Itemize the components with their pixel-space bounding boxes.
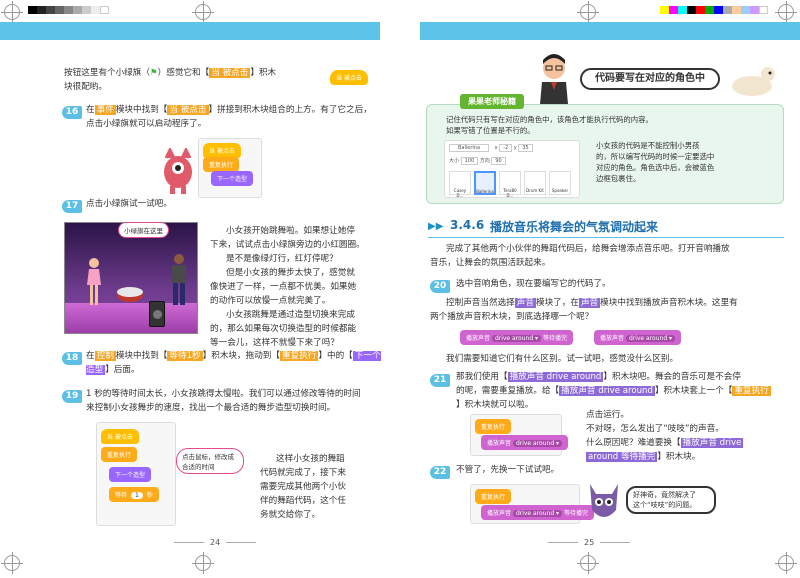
- header-stripe: [420, 22, 800, 40]
- registration-mark-icon: [775, 1, 797, 23]
- intro-paragraph: 按钮这里有个小绿旗（⚑）感觉它和【当 被点击 】积木 块很配哟。: [64, 68, 277, 92]
- registration-mark-icon: [1, 552, 23, 574]
- step-19-text: 1 秒的等待时间太长，小女孩跳得太慢啦。我们可以通过修改等待的时间 来控制小女孩…: [86, 389, 361, 413]
- sprite-thumb[interactable]: Drum Kit: [524, 171, 546, 195]
- registration-mark-icon: [775, 552, 797, 574]
- step-19-paragraph: 这样小女孩的舞蹈 代码就完成了，接下来 需要完成其他两个小伙 伴的舞蹈代码，这个…: [260, 454, 346, 520]
- step-16-code-panel: 当 被点击 重复执行 下一个造型: [198, 138, 262, 198]
- sprite-list: Casey D... Ballerina Tera80 D... Drum Ki…: [449, 171, 571, 198]
- play-sound-until-done-block: 播放声音 drive around ▾ 等待播完: [481, 505, 594, 520]
- teacher-avatar-icon: [540, 54, 568, 104]
- forever-block: 重复执行: [475, 489, 512, 504]
- step-19-badge: 19: [62, 390, 82, 403]
- step-16-badge: 16: [62, 106, 82, 119]
- teacher-speech-bubble: 代码要写在对应的角色中: [580, 68, 720, 90]
- page-number-rule: [548, 542, 578, 543]
- step-21-paragraph: 点击运行。 不对呀，怎么发出了“吱吱”的声音。 什么原因呢？难道要换【 播放声音 …: [586, 410, 744, 462]
- step-21-text: 那我们使用【 播放声音 drive around 】积木块吧。舞会的音乐可是不会停 …: [456, 372, 771, 410]
- step-16-text: 在事件 模块中找到【当 被点击 】拼接到积木块组合的上方。有了它之后， 点击小绿旗就…: [86, 105, 372, 129]
- step-22-badge: 22: [430, 466, 450, 479]
- print-color-bar: [28, 6, 109, 14]
- sprite-info-row: Ballerina x -2 y 35: [449, 144, 533, 152]
- print-color-bar: [660, 6, 768, 14]
- step-17-paragraph: 小女孩开始跳舞啦。如果想让她停 下来，试试点击小绿旗旁边的小红圆圈。 是不是像绿…: [210, 226, 365, 348]
- when-flag-clicked-block: 当 被点击: [203, 143, 241, 158]
- step-19-code-panel: 当 被点击 重复执行 下一个造型 等待 1 秒: [96, 422, 176, 526]
- teacher-side-text: 小女孩的代码是不能控制小男孩 的，所以编写代码的时候一定要选中 对应的角色。角色…: [596, 141, 715, 183]
- start-sound-block: 播放声音 drive around ▾: [594, 330, 682, 345]
- monster-speech-bubble: 好神奇，竟然解决了 这个“吱吱”的问题。: [626, 486, 716, 514]
- dancer-boy-icon: [172, 254, 186, 305]
- sprite-size-row: 大小 100 方向 90: [449, 157, 506, 165]
- sprite-thumb[interactable]: Speaker: [549, 171, 571, 195]
- forever-block: 重复执行: [203, 157, 240, 172]
- purple-monster-icon: [590, 484, 618, 517]
- section-intro: 完成了其他两个小伙伴的舞蹈代码后，给舞会增添点音乐吧。打开音响播放 音乐，让舞会…: [430, 244, 730, 268]
- play-sound-until-done-block: 播放声音 drive around ▾ 等待播完: [460, 330, 573, 345]
- dance-stage-screenshot: [64, 222, 198, 334]
- page-number-rule: [600, 542, 630, 543]
- registration-mark-icon: [577, 1, 599, 23]
- wait-seconds-input[interactable]: 1: [130, 492, 143, 499]
- step-22-text: 不管了，先换一下试试吧。: [456, 465, 560, 475]
- registration-mark-icon: [192, 552, 214, 574]
- stage-floor: [65, 303, 197, 333]
- header-stripe: [0, 22, 380, 40]
- llama-icon: [732, 67, 775, 96]
- section-number: 3.4.6: [450, 218, 485, 232]
- page-number: 24: [210, 538, 221, 547]
- registration-mark-icon: [1, 1, 23, 23]
- step-21-code-panel: 重复执行 播放声音 drive around ▾: [470, 414, 569, 456]
- sprite-thumb[interactable]: Tera80 D...: [499, 171, 521, 198]
- registration-mark-icon: [192, 1, 214, 23]
- step-20-badge: 20: [430, 280, 450, 293]
- step-20-text: 选中音响角色，现在要编写它的代码了。: [456, 279, 611, 289]
- forever-block: 重复执行: [475, 419, 512, 434]
- teacher-tips-tag: 果果老师秘籍: [460, 94, 524, 109]
- left-page: 按钮这里有个小绿旗（⚑）感觉它和【当 被点击 】积木 块很配哟。 当 被点击 16…: [0, 0, 400, 578]
- start-sound-block: 播放声音 drive around ▾: [481, 435, 569, 450]
- step-22-code-panel: 重复执行 播放声音 drive around ▾ 等待播完: [470, 484, 594, 524]
- step-21-badge: 21: [430, 374, 450, 387]
- step-18-badge: 18: [62, 352, 82, 365]
- wait-block: 等待 1 秒: [109, 487, 159, 502]
- when-flag-clicked-block: 当 被点击: [330, 70, 368, 85]
- when-flag-clicked-block: 当 被点击: [101, 429, 139, 444]
- next-costume-block: 下一个造型: [211, 171, 254, 186]
- next-costume-block: 下一个造型: [109, 467, 152, 482]
- section-heading: ▶▶ 3.4.6 播放音乐将舞会的气氛调动起来: [428, 218, 784, 238]
- step-20-paragraph-b: 我们需要知道它们有什么区别。试一试吧，感觉没什么区别。: [446, 354, 679, 364]
- double-arrow-icon: ▶▶: [428, 221, 444, 232]
- step-17-text: 点击小绿旗试一试吧。: [86, 199, 172, 209]
- drum-kit-icon: [117, 287, 143, 302]
- dancer-girl-icon: [87, 258, 101, 305]
- page-number-rule: [226, 542, 256, 543]
- edit-time-callout: 点击鼠标，修改成 合适的时间: [176, 448, 244, 474]
- page-number-rule: [174, 542, 204, 543]
- section-title: 播放音乐将舞会的气氛调动起来: [490, 220, 659, 234]
- speaker-icon: [149, 301, 165, 327]
- step-18-text: 在控制 模块中找到【 等待1秒 】积木块，拖动到【 重复执行 】中的【 下一个造型 】后面。: [86, 351, 381, 375]
- teacher-tips-text: 记住代码只有写在对应的角色中，该角色才能执行代码的内容。 如果写错了位置是不行的…: [446, 115, 653, 135]
- forever-block: 重复执行: [101, 447, 138, 462]
- step-17-badge: 17: [62, 200, 82, 213]
- green-flag-callout: 小绿旗在这里: [118, 222, 169, 238]
- pink-monster-icon: [164, 148, 192, 194]
- registration-mark-icon: [577, 552, 599, 574]
- page-number: 25: [584, 538, 595, 547]
- sprite-thumb-selected[interactable]: Ballerina: [474, 171, 496, 195]
- step-20-paragraph: 控制声音当然选择 声音 模块了，在 声音 模块中找到播放声音积木块。这里有 两个播放声音…: [430, 298, 738, 322]
- sprite-info-panel: Ballerina x -2 y 35 大小 100 方向 90 Casey D…: [444, 140, 580, 198]
- green-flag-icon: ⚑: [149, 68, 158, 78]
- sprite-thumb[interactable]: Casey D...: [449, 171, 471, 198]
